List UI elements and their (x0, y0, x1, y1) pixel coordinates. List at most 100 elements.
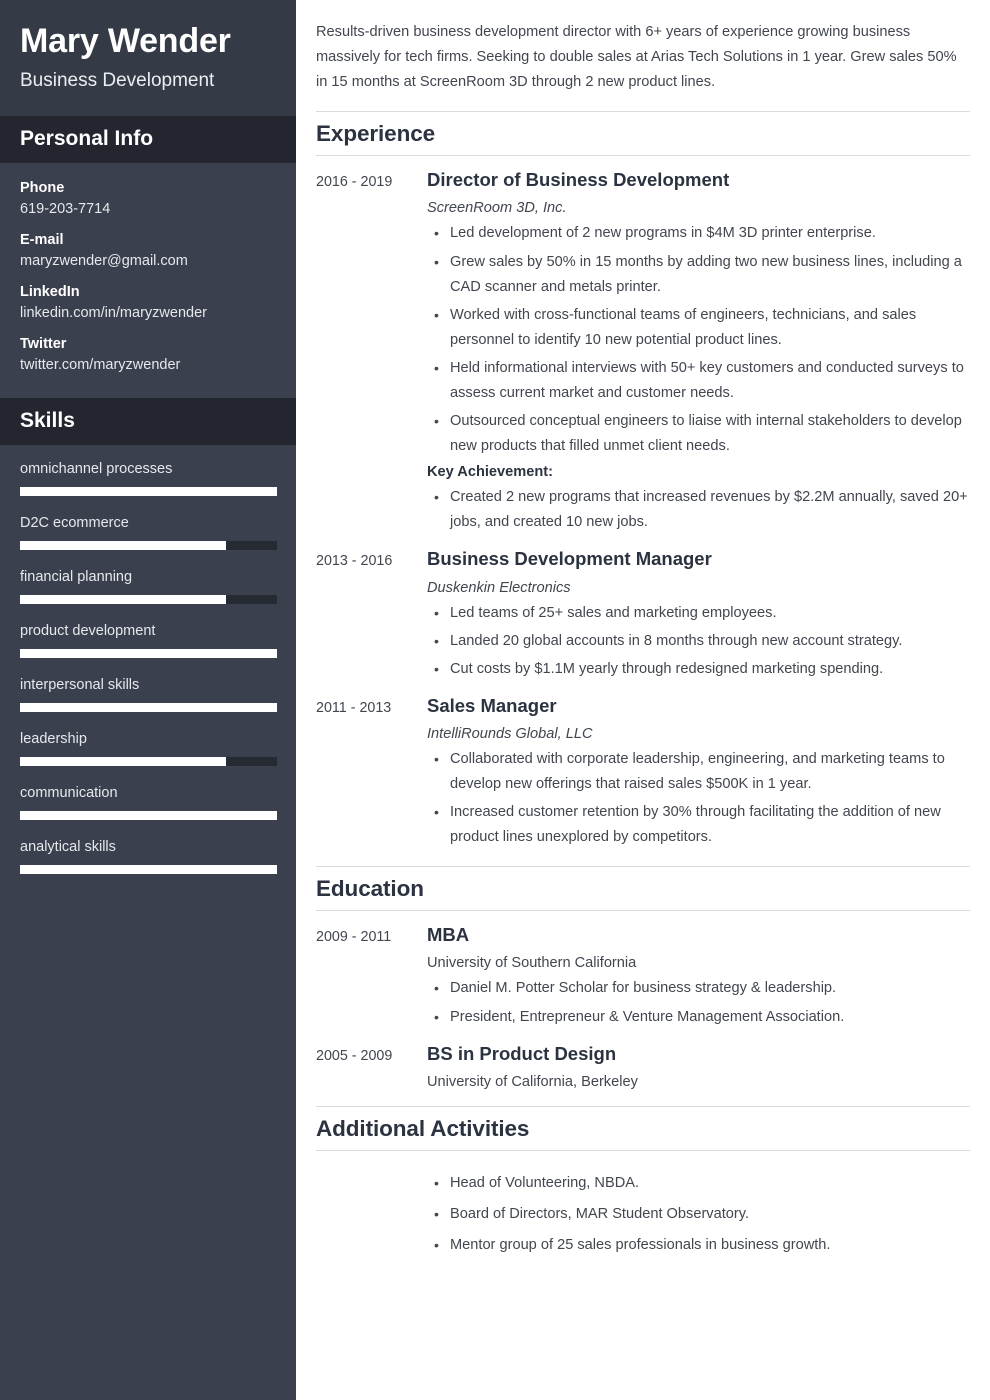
skill-item: D2C ecommerce (20, 515, 277, 551)
entry-title: MBA (427, 924, 470, 946)
entry-date-range: 2009 - 2011 (316, 929, 392, 946)
skill-level-bar (20, 595, 277, 605)
skill-label: product development (20, 623, 156, 640)
contact-item: Twitter twitter.com/maryzwender (20, 336, 276, 373)
entry-date-range: 2011 - 2013 (316, 699, 392, 716)
experience-heading: Experience (316, 121, 436, 147)
candidate-job-title: Business Development (20, 70, 215, 92)
candidate-name: Mary Wender (20, 22, 231, 60)
entry-title: BS in Product Design (427, 1042, 617, 1064)
contact-label: LinkedIn (20, 284, 80, 301)
entry-body: MBA University of Southern California Dani… (427, 923, 970, 1029)
contact-value[interactable]: maryzwender@gmail.com (20, 253, 276, 269)
resume-entry: 2016 - 2019 Director of Business Developm… (316, 156, 970, 535)
entry-date-range: 2013 - 2016 (316, 553, 393, 570)
entry-bullet: Worked with cross-functional teams of en… (427, 303, 970, 353)
entry-bullet: Landed 20 global accounts in 8 months th… (427, 629, 970, 654)
contact-value[interactable]: 619-203-7714 (20, 201, 276, 217)
contact-item: Phone 619-203-7714 (20, 180, 276, 217)
skill-label: analytical skills (20, 839, 116, 856)
resume-entry: 2009 - 2011 MBA University of Southern Cal… (316, 911, 970, 1029)
contact-value[interactable]: linkedin.com/in/maryzwender (20, 305, 276, 321)
entry-bullet: Led teams of 25+ sales and marketing emp… (427, 601, 970, 626)
main-content: Results-driven business development dire… (296, 0, 990, 1400)
skill-level-fill (20, 541, 226, 551)
entry-bullets: Led development of 2 new programs in $4M… (427, 221, 970, 459)
personal-info-heading: Personal Info (20, 127, 154, 151)
skill-label: leadership (20, 731, 87, 748)
resume-entry: 2011 - 2013 Sales Manager IntelliRounds Gl… (316, 682, 970, 851)
skill-item: analytical skills (20, 839, 277, 875)
skill-level-fill (20, 487, 277, 497)
professional-summary: Results-driven business development dire… (316, 24, 957, 91)
skill-level-fill (20, 703, 277, 713)
contact-value[interactable]: twitter.com/maryzwender (20, 357, 276, 373)
skill-level-bar (20, 541, 277, 551)
key-achievement-bullets: Created 2 new programs that increased re… (427, 485, 970, 535)
education-entries: 2009 - 2011 MBA University of Southern Cal… (316, 911, 970, 1103)
skill-level-fill (20, 649, 277, 659)
activities-heading: Additional Activities (316, 1115, 530, 1141)
entry-organization: ScreenRoom 3D, Inc. (427, 200, 567, 217)
activity-bullet: Head of Volunteering, NBDA. (427, 1171, 970, 1196)
sidebar-header: Mary Wender Business Development (0, 0, 296, 117)
skill-item: leadership (20, 731, 277, 767)
entry-bullet: Daniel M. Potter Scholar for business st… (427, 976, 970, 1001)
resume-entry: 2005 - 2009 BS in Product Design Universit… (316, 1030, 970, 1090)
entry-title: Director of Business Development (427, 169, 730, 191)
activity-bullet: Mentor group of 25 sales professionals i… (427, 1233, 970, 1258)
entry-date-range: 2016 - 2019 (316, 174, 393, 191)
education-section: Education 2009 - 2011 MBA University of So… (316, 866, 970, 1103)
skill-label: financial planning (20, 569, 133, 586)
experience-section: Experience 2016 - 2019 Director of Busine… (316, 111, 970, 864)
entry-bullets: Collaborated with corporate leadership, … (427, 747, 970, 850)
sidebar: Mary Wender Business Development Persona… (0, 0, 296, 1400)
skills-heading: Skills (20, 409, 75, 433)
entry-bullet: Held informational interviews with 50+ k… (427, 356, 970, 406)
entry-bullets: Daniel M. Potter Scholar for business st… (427, 976, 970, 1029)
contact-item: LinkedIn linkedin.com/in/maryzwender (20, 284, 276, 321)
skill-level-bar (20, 811, 277, 821)
entry-title: Business Development Manager (427, 548, 712, 570)
entry-title: Sales Manager (427, 694, 557, 716)
entry-bullet: Cut costs by $1.1M yearly through redesi… (427, 657, 970, 682)
entry-body: BS in Product Design University of Califo… (427, 1042, 970, 1090)
skill-label: D2C ecommerce (20, 515, 129, 532)
contact-label: E-mail (20, 232, 64, 249)
entry-bullet: Increased customer retention by 30% thro… (427, 800, 970, 850)
skill-item: product development (20, 623, 277, 659)
personal-info-band: Personal Info (0, 116, 296, 164)
skill-label: communication (20, 785, 118, 802)
skill-level-fill (20, 595, 226, 605)
activity-bullet: Board of Directors, MAR Student Observat… (427, 1202, 970, 1227)
entry-bullet: Led development of 2 new programs in $4M… (427, 221, 970, 246)
entry-bullets: Led teams of 25+ sales and marketing emp… (427, 601, 970, 682)
entry-organization: University of California, Berkeley (427, 1073, 638, 1090)
entry-bullet: President, Entrepreneur & Venture Manage… (427, 1005, 970, 1030)
entry-body: Sales Manager IntelliRounds Global, LLC Co… (427, 694, 970, 851)
entry-bullet: Outsourced conceptual engineers to liais… (427, 409, 970, 459)
entry-date-range: 2005 - 2009 (316, 1047, 393, 1064)
skill-level-bar (20, 487, 277, 497)
skill-item: financial planning (20, 569, 277, 605)
personal-info-list: Phone 619-203-7714 E-mail maryzwender@gmail… (0, 163, 296, 398)
activities-entries: Head of Volunteering, NBDA. Board of Dire… (316, 1151, 970, 1258)
entry-body: Business Development Manager Duskenkin El… (427, 547, 970, 681)
skill-label: interpersonal skills (20, 677, 140, 694)
skills-list: omnichannel processes D2C ecommerce financ… (0, 445, 296, 913)
entry-body: Director of Business Development ScreenRo… (427, 168, 970, 535)
skill-level-bar (20, 649, 277, 659)
contact-item: E-mail maryzwender@gmail.com (20, 232, 276, 269)
key-achievement-label: Key Achievement: (427, 464, 553, 481)
skill-level-bar (20, 757, 277, 767)
skills-band: Skills (0, 398, 296, 446)
skill-item: interpersonal skills (20, 677, 277, 713)
resume-entry: 2013 - 2016 Business Development Manager D… (316, 535, 970, 681)
experience-entries: 2016 - 2019 Director of Business Developm… (316, 156, 970, 864)
entry-organization: Duskenkin Electronics (427, 579, 571, 596)
skill-level-bar (20, 865, 277, 875)
entry-bullet: Grew sales by 50% in 15 months by adding… (427, 250, 970, 300)
key-achievement-bullet: Created 2 new programs that increased re… (427, 485, 970, 535)
activities-section: Additional Activities Head of Volunteeri… (316, 1105, 970, 1258)
entry-bullet: Collaborated with corporate leadership, … (427, 747, 970, 797)
